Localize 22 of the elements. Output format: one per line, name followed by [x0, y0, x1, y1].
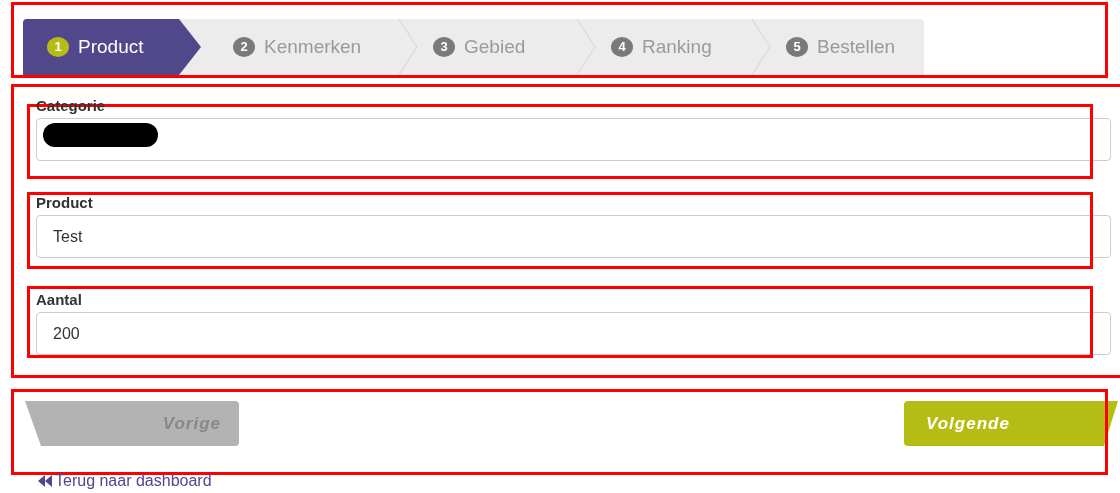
wizard-step[interactable]: 3 Gebied: [401, 19, 579, 75]
wizard-step[interactable]: 4 Ranking: [579, 19, 754, 75]
double-left-arrow-icon: [38, 475, 52, 487]
step-label: Ranking: [642, 34, 712, 59]
back-to-dashboard-link[interactable]: Terug naar dashboard: [38, 472, 212, 490]
wizard-step[interactable]: 5 Bestellen: [754, 19, 924, 75]
step-label: Kenmerken: [264, 34, 362, 59]
field-label: Aantal: [36, 291, 82, 309]
input-field[interactable]: [36, 118, 1111, 161]
step-number: 1: [47, 37, 69, 57]
input-field[interactable]: 200: [36, 312, 1111, 355]
field-label: Product: [36, 194, 93, 212]
step-number: 2: [233, 37, 255, 57]
step-number: 5: [786, 37, 808, 57]
step-label: Gebied: [464, 34, 526, 59]
input-field[interactable]: Test: [36, 215, 1111, 258]
wizard-step[interactable]: 1 Product: [23, 19, 201, 75]
step-label: Product: [78, 34, 144, 59]
step-number: 4: [611, 37, 633, 57]
step-label: Bestellen: [817, 34, 896, 59]
wizard-step[interactable]: 2 Kenmerken: [201, 19, 401, 75]
step-number: 3: [433, 37, 455, 57]
